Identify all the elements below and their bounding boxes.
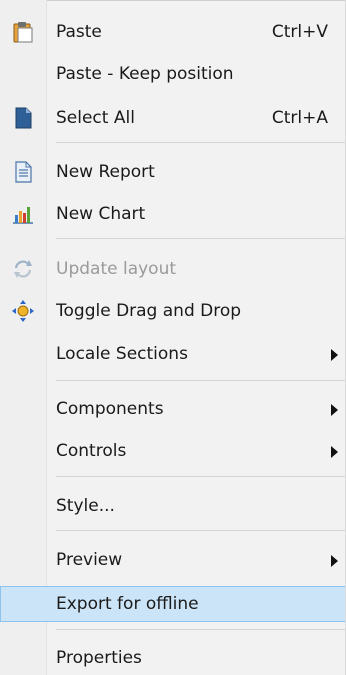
menu-item-label: New Report <box>56 162 155 182</box>
menu-item-label: New Chart <box>56 204 146 224</box>
menu-item-label: Paste <box>56 22 102 42</box>
menu-item-new-report[interactable]: New Report <box>0 154 345 190</box>
menu-item-label: Preview <box>56 550 123 570</box>
menu-item-new-chart[interactable]: New Chart <box>0 196 345 232</box>
menu-item-label: Style... <box>56 496 115 516</box>
submenu-arrow-icon <box>331 349 338 361</box>
menu-item-update-layout[interactable]: Update layout <box>0 251 345 287</box>
clipboard-paste-icon <box>11 20 35 44</box>
menu-separator <box>56 142 345 143</box>
submenu-arrow-icon <box>331 446 338 458</box>
menu-item-locale-sections[interactable]: Locale Sections <box>0 336 345 372</box>
menu-item-paste-keep-position[interactable]: Paste - Keep position <box>0 56 345 92</box>
menu-item-label: Properties <box>56 648 142 668</box>
menu-item-shortcut: Ctrl+A <box>271 108 328 128</box>
menu-item-preview[interactable]: Preview <box>0 542 345 578</box>
menu-separator <box>56 380 345 381</box>
menu-separator <box>56 530 345 531</box>
menu-item-label: Paste - Keep position <box>56 64 234 84</box>
menu-item-components[interactable]: Components <box>0 391 345 427</box>
new-report-document-icon <box>11 160 35 184</box>
menu-item-label: Export for offline <box>56 594 199 614</box>
menu-item-style[interactable]: Style... <box>0 488 345 524</box>
menu-item-label: Toggle Drag and Drop <box>56 301 242 321</box>
menu-item-label: Controls <box>56 441 127 461</box>
menu-item-label: Components <box>56 399 164 419</box>
menu-item-select-all[interactable]: Select All Ctrl+A <box>0 100 345 136</box>
submenu-arrow-icon <box>331 555 338 567</box>
menu-item-label: Update layout <box>56 259 177 279</box>
menu-separator <box>56 629 345 630</box>
bar-chart-icon <box>11 202 35 226</box>
menu-item-paste[interactable]: Paste Ctrl+V <box>0 14 345 50</box>
submenu-arrow-icon <box>331 404 338 416</box>
document-select-all-icon <box>11 106 35 130</box>
menu-item-label: Select All <box>56 108 135 128</box>
menu-separator <box>56 238 345 239</box>
menu-item-controls[interactable]: Controls <box>0 433 345 469</box>
menu-item-toggle-drag-and-drop[interactable]: Toggle Drag and Drop <box>0 293 345 329</box>
menu-top-border <box>0 0 345 1</box>
move-arrows-icon <box>11 299 35 323</box>
menu-item-label: Locale Sections <box>56 344 188 364</box>
menu-item-shortcut: Ctrl+V <box>271 22 328 42</box>
menu-item-properties[interactable]: Properties <box>0 640 345 675</box>
context-menu: Paste Ctrl+V Paste - Keep position Selec… <box>0 0 346 675</box>
menu-item-export-for-offline[interactable]: Export for offline <box>0 586 345 622</box>
refresh-layout-icon <box>11 257 35 281</box>
menu-separator <box>56 476 345 477</box>
